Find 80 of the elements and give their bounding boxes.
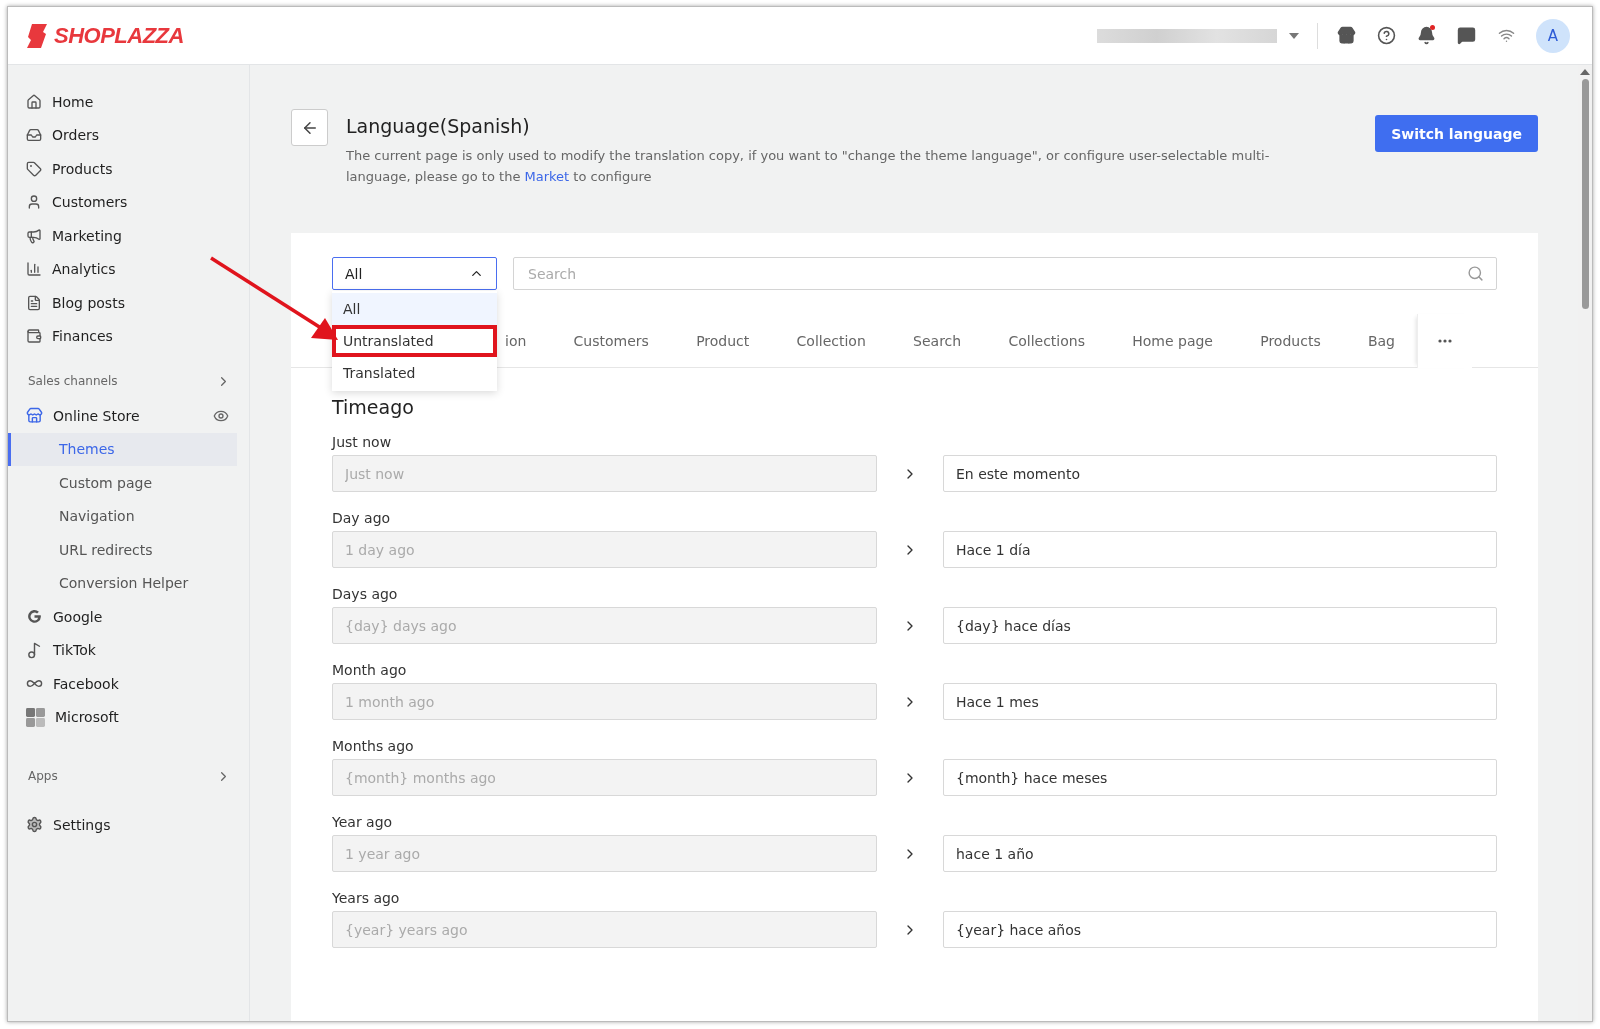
search-icon bbox=[1467, 265, 1484, 282]
back-button[interactable] bbox=[291, 109, 328, 146]
sidebar-item[interactable]: Blog posts bbox=[8, 286, 237, 320]
field-label: Just now bbox=[332, 434, 393, 450]
status-filter-select[interactable]: All bbox=[332, 257, 497, 290]
person-icon bbox=[26, 194, 42, 211]
category-tab[interactable]: ion bbox=[505, 332, 527, 349]
music-note-icon bbox=[26, 641, 43, 659]
sidebar-item[interactable]: Settings bbox=[8, 808, 237, 842]
sidebar-item[interactable]: Home bbox=[8, 85, 237, 119]
document-icon bbox=[26, 294, 42, 311]
tag-icon bbox=[26, 160, 42, 177]
switch-language-button[interactable]: Switch language bbox=[1375, 115, 1538, 152]
market-link[interactable]: Market bbox=[524, 169, 570, 184]
section-title: Timeago bbox=[332, 396, 415, 418]
more-dots-icon bbox=[1438, 338, 1452, 343]
bell-icon bbox=[1416, 26, 1436, 45]
store-icon bbox=[26, 407, 43, 425]
field-label: Month ago bbox=[332, 662, 408, 678]
sidebar-item[interactable]: Finances bbox=[8, 319, 237, 353]
window-grid-icon bbox=[26, 707, 45, 727]
sidebar-item[interactable]: Google bbox=[8, 600, 237, 634]
home-icon bbox=[26, 93, 42, 110]
sidebar-item[interactable]: Online Store bbox=[8, 399, 237, 433]
translation-input[interactable]: hace 1 año bbox=[943, 835, 1497, 872]
search-field[interactable]: Search bbox=[513, 257, 1497, 290]
translation-input[interactable]: {month} hace meses bbox=[943, 759, 1497, 796]
sidebar-item[interactable]: Customers bbox=[8, 185, 237, 219]
inbox-icon bbox=[26, 127, 42, 144]
dropdown-option[interactable]: Translated bbox=[332, 357, 497, 389]
field-label: Year ago bbox=[332, 814, 394, 830]
sidebar-subitem[interactable]: URL redirects bbox=[8, 533, 237, 567]
category-tab[interactable]: Bag bbox=[1367, 332, 1395, 349]
translation-input[interactable]: Hace 1 mes bbox=[943, 683, 1497, 720]
sidebar-subitem[interactable]: Themes bbox=[8, 432, 237, 466]
dropdown-option[interactable]: All bbox=[332, 293, 497, 325]
sidebar-subitem[interactable]: Conversion Helper bbox=[8, 566, 237, 600]
brand-logo-icon bbox=[26, 22, 48, 49]
brand-name: SHOPLAZZA bbox=[54, 22, 184, 49]
bar-chart-icon bbox=[26, 261, 42, 278]
user-avatar[interactable]: A bbox=[1536, 18, 1570, 53]
section-heading: Apps bbox=[28, 769, 58, 783]
category-tab[interactable]: Search bbox=[913, 332, 962, 349]
category-tab[interactable]: Collection bbox=[796, 332, 866, 349]
sidebar-item[interactable]: Facebook bbox=[8, 667, 237, 701]
sidebar-subitem[interactable]: Navigation bbox=[8, 499, 237, 533]
category-tab[interactable]: Home page bbox=[1132, 332, 1213, 349]
translation-input[interactable]: Hace 1 día bbox=[943, 531, 1497, 568]
scrollbar[interactable] bbox=[1578, 65, 1592, 1021]
translation-input[interactable]: En este momento bbox=[943, 455, 1497, 492]
sidebar-item[interactable]: Marketing bbox=[8, 219, 237, 253]
translation-input[interactable]: {day} hace días bbox=[943, 607, 1497, 644]
megaphone-icon bbox=[26, 227, 42, 244]
category-tab[interactable]: Customers bbox=[573, 332, 649, 349]
dropdown-option[interactable]: Untranslated bbox=[332, 325, 497, 357]
wallet-icon bbox=[26, 328, 42, 345]
translation-input[interactable]: {year} hace años bbox=[943, 911, 1497, 948]
sidebar-subitem[interactable]: Custom page bbox=[8, 466, 237, 500]
letter-g-icon bbox=[26, 608, 43, 626]
field-label: Days ago bbox=[332, 586, 399, 602]
settings-icon bbox=[26, 816, 43, 834]
sidebar-item[interactable]: Analytics bbox=[8, 252, 237, 286]
storefront-icon bbox=[1336, 26, 1356, 45]
chat-bubble-icon bbox=[1456, 26, 1476, 45]
category-tab[interactable]: Products bbox=[1260, 332, 1321, 349]
page-title: Language(Spanish) bbox=[346, 115, 531, 137]
sidebar-item[interactable]: Orders bbox=[8, 118, 237, 152]
sidebar-item[interactable]: TikTok bbox=[8, 633, 237, 667]
sidebar-item[interactable]: Microsoft bbox=[8, 700, 237, 734]
field-label: Day ago bbox=[332, 510, 392, 526]
category-tab[interactable]: Collections bbox=[1008, 332, 1085, 349]
page-description: The current page is only used to modify the translation copy, if you want to "change the theme language", or configure user-selectable multi-language, please go to the Market to configure bbox=[346, 147, 1271, 186]
help-icon bbox=[1376, 26, 1396, 45]
field-label: Years ago bbox=[332, 890, 401, 906]
category-tab[interactable]: Product bbox=[696, 332, 750, 349]
section-heading: Sales channels bbox=[28, 374, 118, 388]
field-label: Months ago bbox=[332, 738, 415, 754]
wifi-icon bbox=[1497, 27, 1515, 44]
sidebar-item[interactable]: Products bbox=[8, 152, 237, 186]
dropdown-caret-icon bbox=[1289, 32, 1299, 39]
